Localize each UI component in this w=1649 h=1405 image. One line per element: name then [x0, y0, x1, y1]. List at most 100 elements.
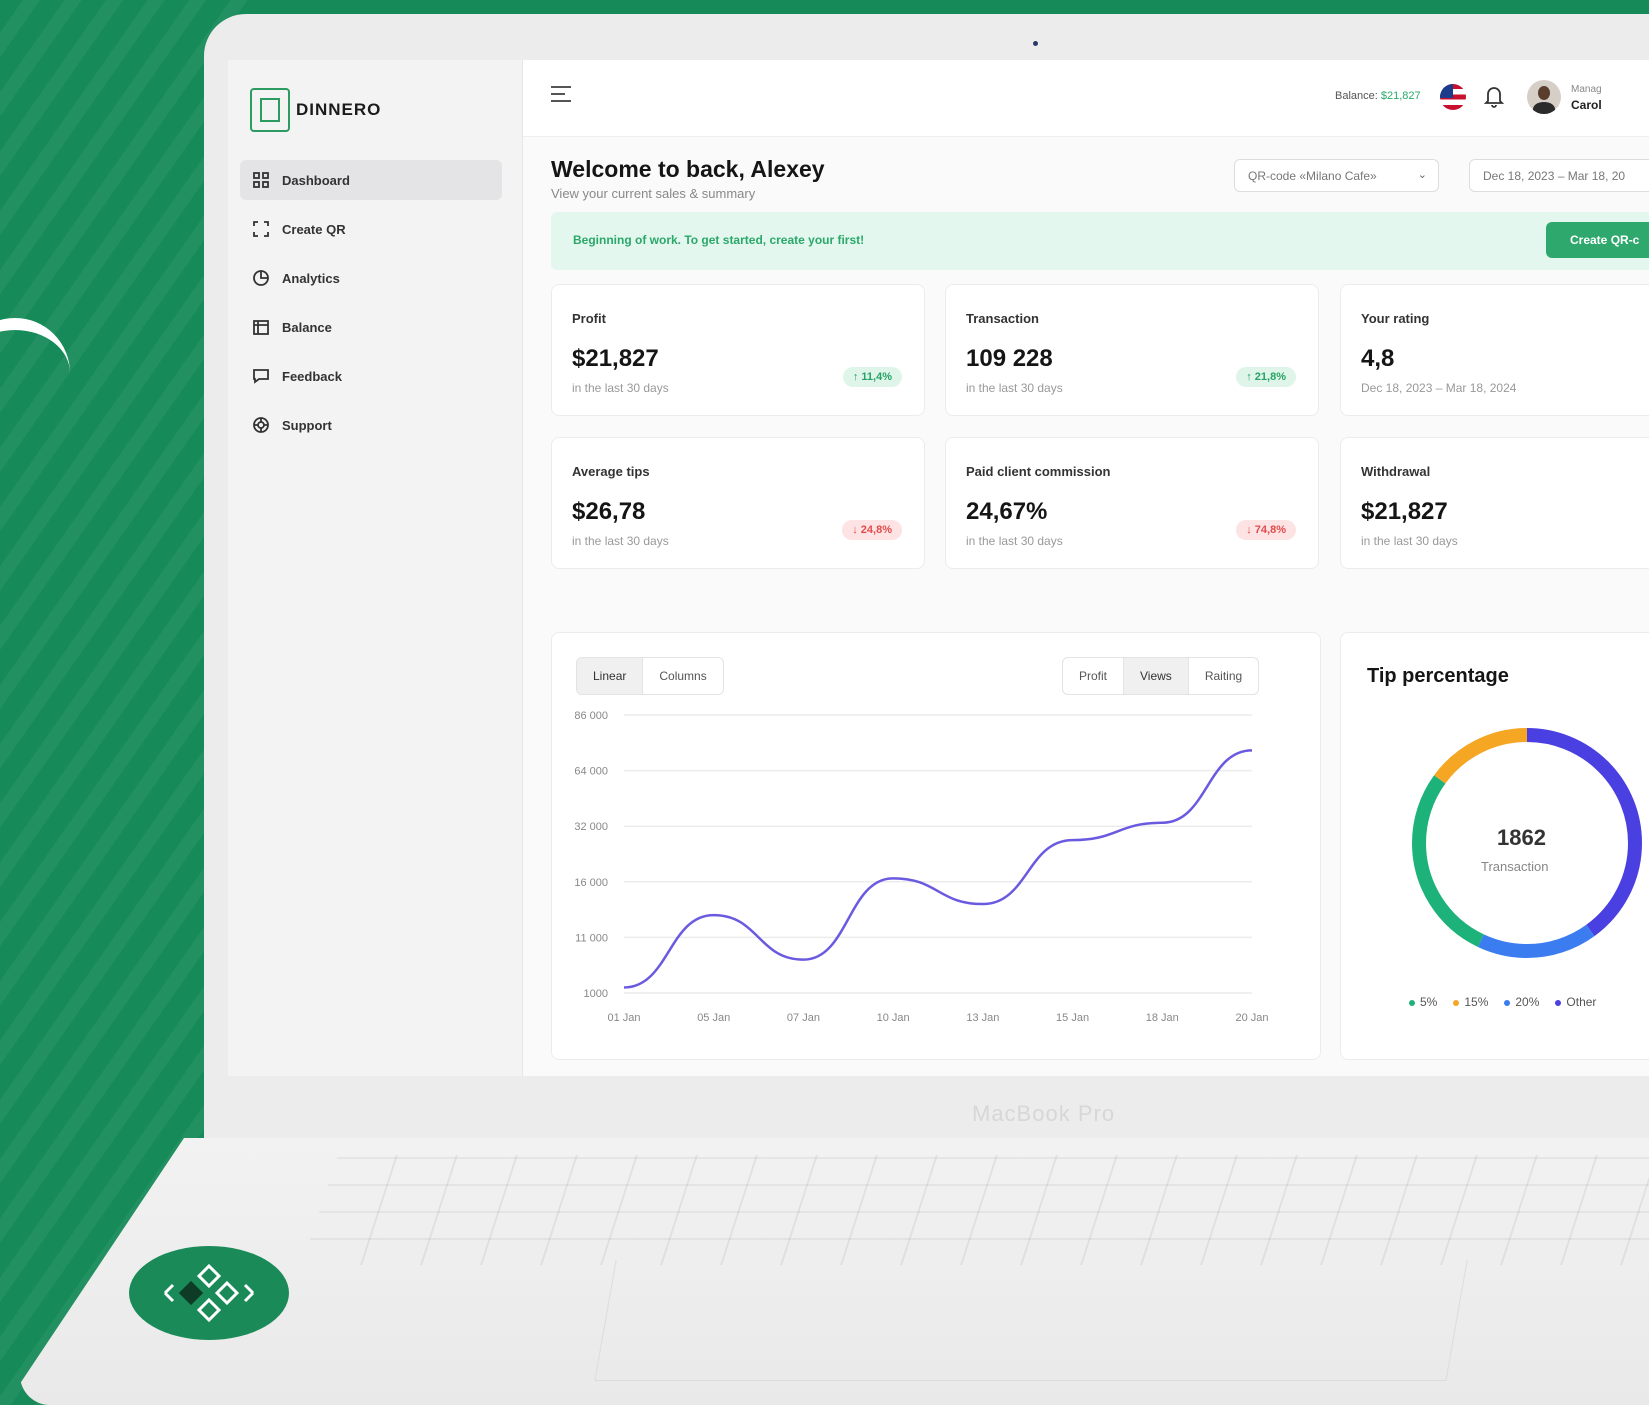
card-subtitle: in the last 30 days — [966, 381, 1063, 395]
line-chart: 1000 11 000 16 000 32 000 64 000 86 000 01 Jan… — [574, 710, 1268, 1024]
legend-item: 5% — [1409, 995, 1437, 1009]
tip-percentage-card: Tip percentage 1862 Transaction 5% 15% 20%… — [1340, 632, 1649, 1060]
qr-frame-icon — [252, 220, 270, 238]
legend-item: 15% — [1453, 995, 1488, 1009]
x-tick-label: 18 Jan — [1146, 1012, 1179, 1024]
card-title: Withdrawal — [1361, 464, 1431, 479]
x-tick-label: 05 Jan — [697, 1012, 730, 1024]
card-subtitle: Dec 18, 2023 – Mar 18, 2024 — [1361, 381, 1517, 395]
card-subtitle: in the last 30 days — [572, 534, 669, 548]
sidebar-item-support[interactable]: Support — [240, 405, 502, 445]
donut-value: 1862 — [1497, 825, 1546, 850]
trend-badge: ↑ 21,8% — [1236, 367, 1296, 387]
y-tick-label: 11 000 — [575, 932, 608, 944]
banner-text: Beginning of work. To get started, creat… — [573, 233, 865, 247]
card-subtitle: in the last 30 days — [966, 534, 1063, 548]
card-value: 109 228 — [966, 345, 1053, 372]
card-value: $21,827 — [572, 345, 659, 372]
pie-chart-icon — [252, 269, 270, 287]
sidebar-item-dashboard[interactable]: Dashboard — [240, 160, 502, 200]
y-tick-label: 32 000 — [574, 821, 608, 833]
stat-card-withdrawal: Withdrawal $21,827 in the last 30 days ↑… — [1340, 437, 1649, 569]
metric-views[interactable]: Views — [1124, 658, 1189, 694]
sidebar-item-balance[interactable]: Balance — [240, 307, 502, 347]
views-chart-card: Linear Columns Profit Views Raiting 1000… — [551, 632, 1321, 1060]
card-value: 4,8 — [1361, 345, 1395, 372]
chat-icon — [252, 367, 270, 385]
sidebar-item-feedback[interactable]: Feedback — [240, 356, 502, 396]
trend-badge: ↑ 11,4% — [842, 367, 902, 387]
legend-dot — [1555, 999, 1562, 1006]
card-title: Paid client commission — [966, 464, 1111, 479]
page-title: Welcome to back, Alexey — [551, 156, 825, 182]
card-value: 24,67% — [966, 498, 1048, 525]
avatar[interactable] — [1527, 80, 1561, 114]
sidebar-item-label: Support — [282, 417, 332, 433]
card-title: Average tips — [572, 464, 650, 479]
stat-card-rating: Your rating 4,8 Dec 18, 2023 – Mar 18, 2… — [1340, 284, 1649, 416]
legend-dot — [1453, 999, 1460, 1006]
balance-indicator: Balance: $21,827 — [1335, 90, 1421, 102]
bell-icon[interactable] — [1483, 84, 1505, 108]
chevron-down-icon: ⌄ — [1417, 169, 1427, 181]
sidebar-item-label: Analytics — [282, 270, 340, 286]
x-tick-label: 13 Jan — [966, 1012, 999, 1024]
device-label: MacBook Pro — [972, 1101, 1116, 1126]
metric-rating[interactable]: Raiting — [1189, 658, 1258, 694]
card-subtitle: in the last 30 days — [572, 381, 669, 395]
qr-logo-icon — [250, 88, 290, 132]
stat-card-average-tips: Average tips $26,78 in the last 30 days … — [551, 437, 925, 569]
x-tick-label: 07 Jan — [787, 1012, 820, 1024]
qr-select-value: QR-code «Milano Cafe» — [1248, 168, 1377, 183]
sidebar-item-analytics[interactable]: Analytics — [240, 258, 502, 298]
chart-mode-toggle: Linear Columns — [576, 657, 724, 695]
lifebuoy-icon — [252, 416, 270, 434]
stat-card-commission: Paid client commission 24,67% in the las… — [945, 437, 1319, 569]
sidebar-item-label: Feedback — [282, 368, 342, 384]
sidebar: DINNERO Dashboard Create QR Analytics Ba… — [228, 60, 523, 1076]
qr-code-select[interactable]: QR-code «Milano Cafe» ⌄ — [1234, 159, 1439, 192]
legend-label: 15% — [1464, 995, 1489, 1009]
donut-label: Transaction — [1481, 859, 1549, 874]
x-tick-label: 15 Jan — [1056, 1012, 1089, 1024]
camera-icon — [1033, 41, 1038, 46]
x-tick-label: 20 Jan — [1235, 1012, 1268, 1024]
chart-metric-toggle: Profit Views Raiting — [1062, 657, 1260, 695]
stat-card-profit: Profit $21,827 in the last 30 days ↑ 11,… — [551, 284, 925, 416]
donut-title: Tip percentage — [1367, 665, 1509, 687]
sidebar-item-label: Create QR — [282, 221, 346, 237]
mode-linear[interactable]: Linear — [577, 658, 644, 694]
balance-value: $21,827 — [1380, 90, 1421, 102]
card-title: Profit — [572, 311, 606, 326]
brand-name: DINNERO — [296, 100, 382, 119]
mode-columns[interactable]: Columns — [643, 658, 722, 694]
card-title: Your rating — [1361, 311, 1430, 326]
page-subtitle: View your current sales & summary — [551, 186, 756, 201]
trend-badge: ↓ 24,8% — [842, 520, 902, 540]
series-line — [623, 749, 1253, 989]
legend-dot — [1409, 999, 1415, 1006]
legend-item: Other — [1555, 995, 1596, 1009]
legend-label: 20% — [1515, 995, 1540, 1009]
create-qr-button[interactable]: Create QR-c — [1546, 222, 1649, 258]
user-role: Manag — [1571, 84, 1602, 95]
legend-label: 5% — [1420, 995, 1438, 1009]
legend-dot — [1504, 999, 1511, 1006]
user-name[interactable]: Carol — [1571, 98, 1602, 112]
legend-label: Other — [1566, 995, 1597, 1009]
app-screen: DINNERO Dashboard Create QR Analytics Ba… — [228, 60, 1649, 1076]
wallet-icon — [252, 318, 270, 336]
dinnero-sticker-logo — [129, 1246, 289, 1340]
us-flag-icon[interactable] — [1440, 84, 1466, 110]
metric-profit[interactable]: Profit — [1063, 658, 1125, 694]
sidebar-item-create-qr[interactable]: Create QR — [240, 209, 502, 249]
sidebar-nav: Dashboard Create QR Analytics Balance Fe… — [240, 160, 502, 454]
donut-legend: 5% 15% 20% Other — [1409, 995, 1596, 1009]
onboarding-banner: Beginning of work. To get started, creat… — [551, 212, 1649, 270]
keyboard — [302, 1155, 1649, 1265]
balance-label: Balance: — [1335, 90, 1378, 102]
y-tick-label: 86 000 — [574, 710, 608, 722]
date-range-picker[interactable]: Dec 18, 2023 – Mar 18, 20 — [1469, 159, 1649, 192]
menu-icon[interactable] — [551, 86, 571, 102]
brand-logo[interactable]: DINNERO — [250, 88, 381, 132]
